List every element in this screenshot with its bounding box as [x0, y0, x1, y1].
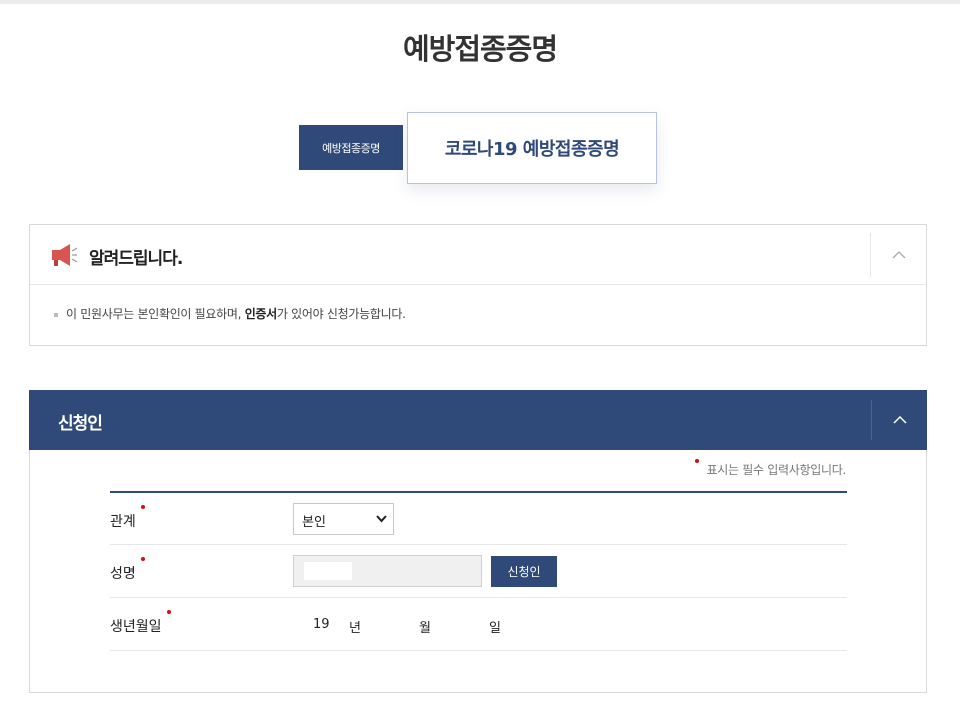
- birthdate-label-text: 생년월일: [110, 619, 162, 635]
- form-row-relation: 관계 본인: [110, 493, 847, 545]
- relation-label: 관계: [110, 505, 145, 531]
- name-input-value: [304, 562, 352, 580]
- birthdate-year-prefix: 19: [313, 617, 330, 632]
- notice-header: 알려드립니다.: [30, 225, 926, 285]
- applicant-collapse-button[interactable]: [871, 400, 927, 440]
- top-divider: [0, 0, 960, 4]
- notice-text-end: 가 있어야 신청가능합니다.: [276, 307, 406, 321]
- required-note: 표시는 필수 입력사항입니다.: [694, 459, 847, 478]
- required-dot-icon: [140, 505, 145, 509]
- notice-text-bold: 인증서: [244, 307, 278, 321]
- applicant-form: 관계 본인 성명 신청인 생년월일 19 년 월 일: [110, 491, 847, 651]
- bullet-icon: [54, 312, 58, 317]
- required-dot-icon: [140, 557, 145, 561]
- birthdate-month-unit: 월: [419, 621, 431, 636]
- required-note-text: 표시는 필수 입력사항입니다.: [706, 463, 847, 477]
- name-input[interactable]: [293, 555, 482, 587]
- required-dot-icon: [694, 459, 699, 463]
- birthdate-day-unit: 일: [489, 621, 501, 636]
- chevron-up-icon: [892, 416, 907, 424]
- applicant-header: 신청인: [29, 390, 927, 450]
- applicant-title: 신청인: [58, 414, 103, 434]
- form-row-birthdate: 생년월일 19 년 월 일: [110, 598, 847, 651]
- applicant-lookup-button[interactable]: 신청인: [491, 556, 557, 587]
- name-label-text: 성명: [110, 566, 136, 582]
- notice-message: 이 민원사무는 본인확인이 필요하며, 인증서가 있어야 신청가능합니다.: [30, 285, 926, 322]
- page-title: 예방접종증명: [402, 32, 558, 66]
- chevron-up-icon: [892, 251, 905, 259]
- applicant-panel: 신청인 표시는 필수 입력사항입니다. 관계 본인 성명 신청인 생년월일 19…: [29, 390, 927, 693]
- notice-title: 알려드립니다.: [89, 249, 183, 269]
- chevron-down-icon: [376, 515, 387, 523]
- notice-text: 이 민원사무는 본인확인이 필요하며,: [66, 307, 245, 321]
- required-dot-icon: [166, 610, 171, 614]
- tab-covid19-vaccination-certificate[interactable]: 코로나19 예방접종증명: [407, 112, 657, 184]
- megaphone-icon: [52, 244, 78, 266]
- birthdate-label: 생년월일: [110, 610, 171, 636]
- name-label: 성명: [110, 557, 145, 583]
- tab-vaccination-certificate[interactable]: 예방접종증명: [299, 125, 403, 170]
- notice-collapse-button[interactable]: [870, 233, 926, 277]
- notice-panel: 알려드립니다. 이 민원사무는 본인확인이 필요하며, 인증서가 있어야 신청가…: [29, 224, 927, 346]
- relation-label-text: 관계: [110, 514, 136, 530]
- birthdate-year-unit: 년: [349, 621, 361, 636]
- form-row-name: 성명 신청인: [110, 545, 847, 598]
- relation-select[interactable]: 본인: [293, 503, 394, 535]
- relation-select-value: 본인: [302, 515, 326, 530]
